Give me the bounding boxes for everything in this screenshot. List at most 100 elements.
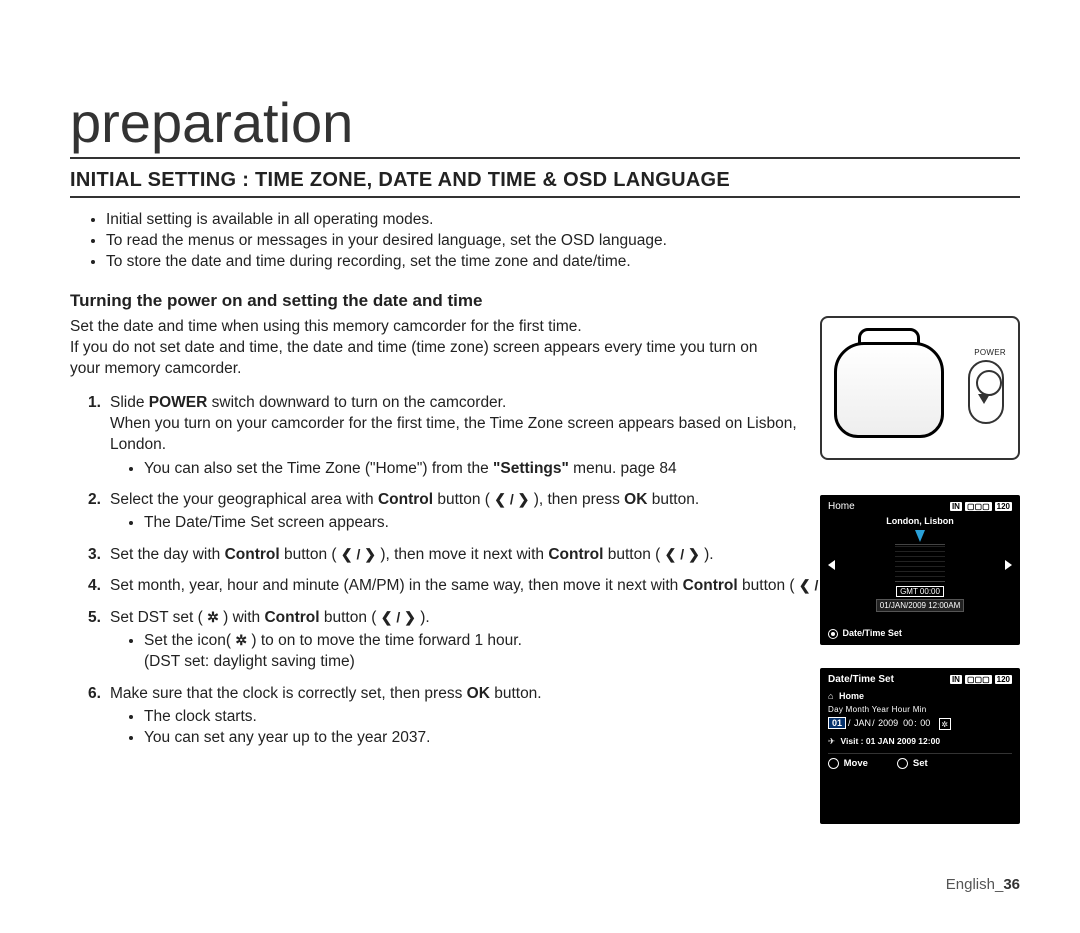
step-2: 2. Select the your geographical area wit… [88,489,850,534]
move-label: Move [844,758,868,769]
year-field: 2009 [878,718,898,728]
arrow-left-right-icon: ❮ / ❯ [494,490,529,509]
chapter-title: preparation [70,90,1020,159]
intro-bullet: To read the menus or messages in your de… [106,231,1020,252]
ok-button-icon [828,629,838,639]
bold: OK [467,685,490,702]
step-number: 2. [88,489,101,510]
bottom-label: Date/Time Set [843,628,902,638]
step-5: 5. Set DST set ( ✲ ) with Control button… [88,607,850,673]
step-number: 5. [88,607,101,628]
timezone-screen-illustration: Home IN▢▢▢120 London, Lisbon GMT 00:00 0… [820,495,1020,645]
arrow-right-icon [1005,560,1012,570]
camcorder-illustration: POWER [820,316,1020,460]
field-labels: Day Month Year Hour Min [828,705,1012,714]
footer-lang: English [946,876,995,893]
map-pin-icon [915,530,925,542]
city-label: London, Lisbon [828,516,1012,526]
step-text: Set DST set ( [110,609,207,626]
section-heading: INITIAL SETTING : TIME ZONE, DATE AND TI… [70,169,1020,198]
visit-label: Visit : 01 JAN 2009 12:00 [841,736,941,746]
month-field: JAN [854,718,871,728]
step-text: ). [416,609,430,626]
globe-map-icon [895,544,945,582]
step-text: button ( [603,546,664,563]
step-text: Select the your geographical area with [110,491,378,508]
datetime-output: 01/JAN/2009 12:00AM [876,599,965,612]
screen-title: Home [828,501,855,512]
steps-list: 1. Slide POWER switch downward to turn o… [70,392,850,749]
arrow-down-icon [978,394,990,404]
sub-bullet: You can also set the Time Zone ("Home") … [144,458,850,479]
bold: Control [548,546,603,563]
hour-field: 00 [903,718,913,728]
date-fields: 01/ JAN/ 2009 00: 00 ✲ [828,717,1012,730]
sub-text: menu. page 84 [569,460,677,477]
arrow-left-right-icon: ❮ / ❯ [665,545,700,564]
dst-toggle-icon: ✲ [939,718,951,730]
step-text: ). [700,546,714,563]
arrow-left-icon [828,560,835,570]
screen-title: Date/Time Set [828,674,894,685]
intro-paragraph: Set the date and time when using this me… [70,317,790,380]
intro-bullet: To store the date and time during record… [106,252,1020,273]
step-text: ) with [219,609,265,626]
day-field: 01 [828,717,846,729]
min-number: 120 [995,502,1012,511]
min-field: 00 [920,718,930,728]
bold: Control [264,609,319,626]
step-text: Slide [110,394,149,411]
page-number: 36 [1003,876,1020,893]
step-text: button ( [738,577,799,594]
step-text: button ( [433,491,494,508]
status-icons: IN▢▢▢120 [947,674,1012,685]
battery-icon: ▢▢▢ [965,675,992,684]
bold: Control [378,491,433,508]
sub-text: Set the icon( [144,632,235,649]
step-1: 1. Slide POWER switch downward to turn o… [88,392,850,480]
move-control-icon [828,758,839,769]
set-control-icon [897,758,908,769]
sub-bullet: Set the icon( ✲ ) to on to move the time… [144,630,850,673]
set-label: Set [913,758,928,769]
step-number: 4. [88,575,101,596]
status-icons: IN▢▢▢120 [947,501,1012,512]
step-text: Set month, year, hour and minute (AM/PM)… [110,577,683,594]
bold: OK [624,491,647,508]
arrow-up-down-icon: ❮ / ❯ [341,545,376,564]
step-number: 3. [88,544,101,565]
step-6: 6. Make sure that the clock is correctly… [88,683,850,749]
step-text: button. [490,685,542,702]
power-label: POWER [974,348,1006,357]
plane-icon: ✈ [828,736,835,746]
power-switch-icon [968,360,1004,424]
storage-icon: IN [950,675,962,684]
sub-bullet: You can set any year up to the year 2037… [144,727,850,748]
sub-bullet: The Date/Time Set screen appears. [144,512,850,533]
home-icon: ⌂ [828,691,833,701]
step-text: switch downward to turn on the camcorder… [110,394,797,454]
step-text: Set the day with [110,546,225,563]
subheading: Turning the power on and setting the dat… [70,291,1020,311]
step-4: 4. Set month, year, hour and minute (AM/… [88,575,850,596]
intro-bullet-list: Initial setting is available in all oper… [70,210,1020,273]
step-text: button ( [320,609,381,626]
arrow-up-down-icon: ❮ / ❯ [381,608,416,627]
storage-icon: IN [950,502,962,511]
battery-icon: ▢▢▢ [965,502,992,511]
page-footer: English_36 [946,876,1020,893]
intro-bullet: Initial setting is available in all oper… [106,210,1020,231]
dst-icon: ✲ [207,608,219,627]
min-number: 120 [995,675,1012,684]
step-3: 3. Set the day with Control button ( ❮ /… [88,544,850,565]
bold: Control [225,546,280,563]
step-text: Make sure that the clock is correctly se… [110,685,467,702]
camcorder-body [834,342,944,438]
dst-icon: ✲ [235,631,247,650]
bold: "Settings" [493,460,569,477]
step-text: ), then press [529,491,624,508]
step-text: button. [647,491,699,508]
step-text: button ( [280,546,341,563]
sub-bullet: The clock starts. [144,706,850,727]
datetime-set-screen-illustration: Date/Time Set IN▢▢▢120 ⌂ Home Day Month … [820,668,1020,824]
